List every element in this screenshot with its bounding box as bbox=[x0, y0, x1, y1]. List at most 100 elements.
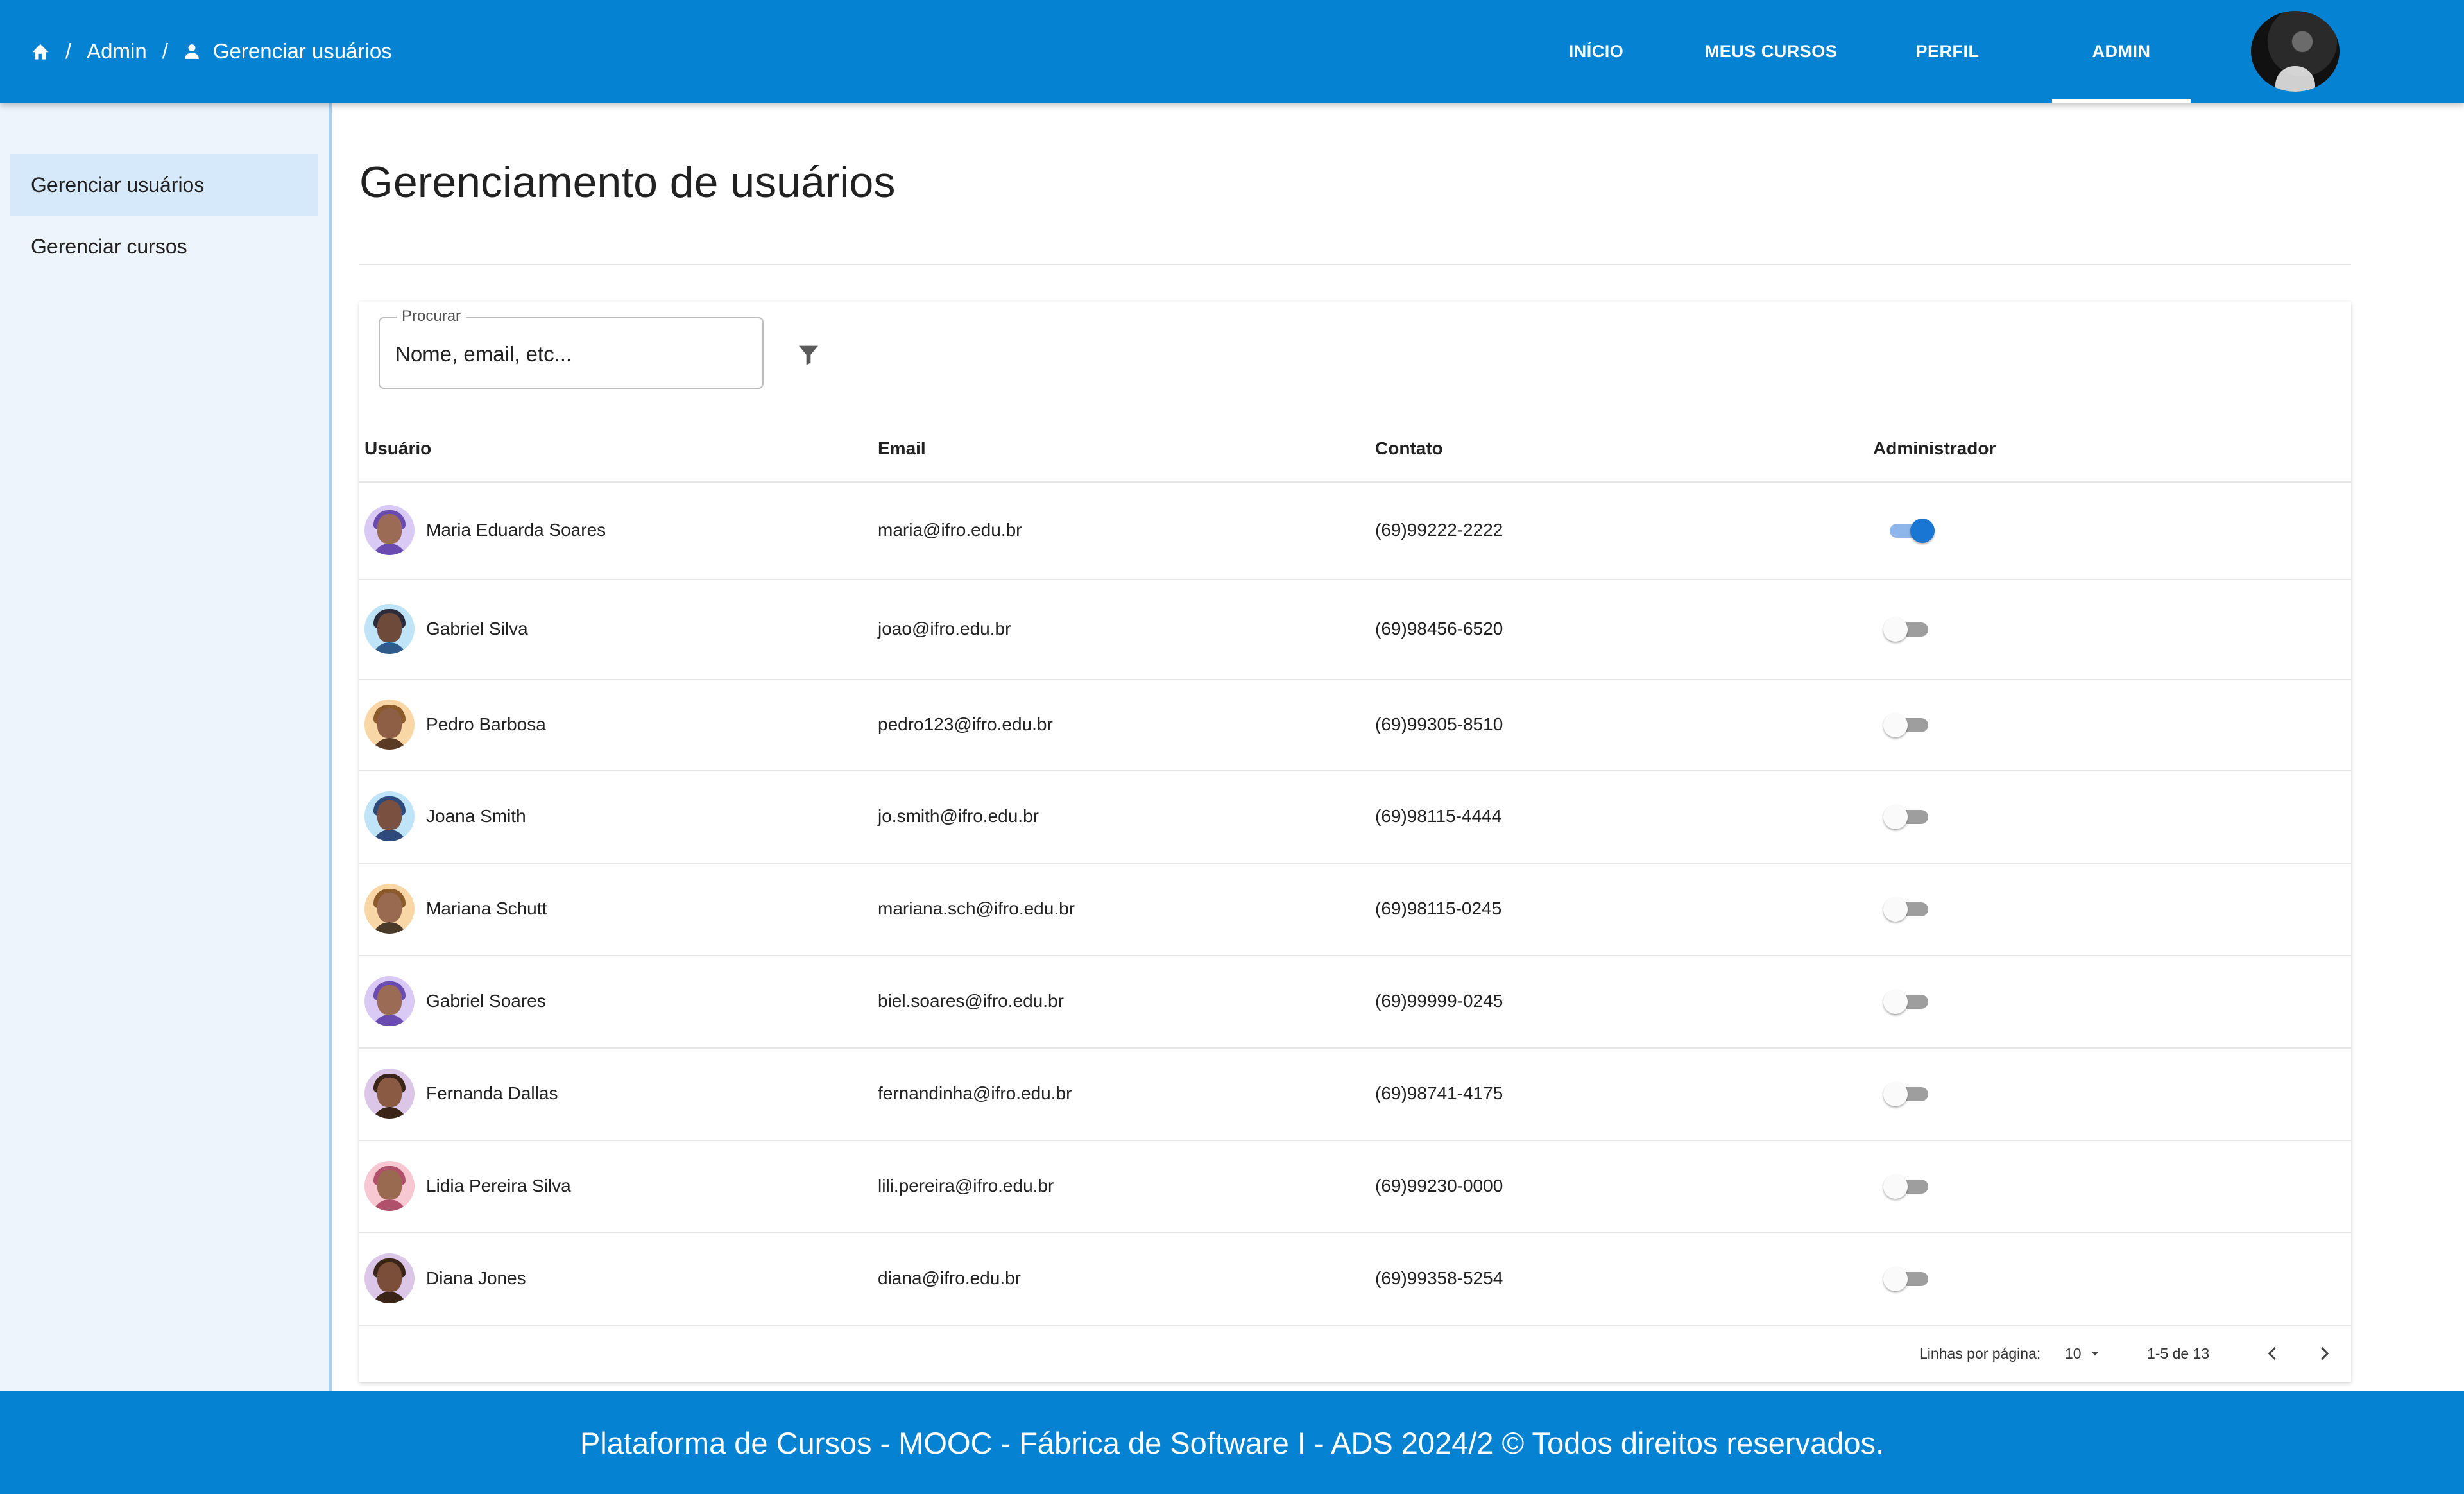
user-email: fernandinha@ifro.edu.br bbox=[878, 1083, 1072, 1103]
user-email: maria@ifro.edu.br bbox=[878, 520, 1022, 540]
user-contact: (69)98741-4175 bbox=[1375, 1083, 1503, 1103]
user-name: Mariana Schutt bbox=[426, 898, 547, 918]
admin-toggle[interactable] bbox=[1883, 612, 1935, 646]
user-cell: Pedro Barbosa bbox=[364, 679, 546, 770]
title-divider bbox=[359, 264, 2351, 265]
sidebar-item-gerenciar-cursos[interactable]: Gerenciar cursos bbox=[10, 216, 318, 277]
breadcrumb-separator: / bbox=[162, 39, 168, 63]
avatar bbox=[364, 1253, 415, 1303]
footer: Plataforma de Cursos - MOOC - Fábrica de… bbox=[0, 1391, 2464, 1494]
toggle-knob bbox=[1883, 617, 1908, 642]
user-email: joao@ifro.edu.br bbox=[878, 619, 1011, 639]
column-header-administrador[interactable]: Administrador bbox=[1873, 416, 1996, 481]
home-icon[interactable] bbox=[31, 42, 50, 60]
avatar bbox=[364, 791, 415, 841]
pagination-range: 1-5 de 13 bbox=[2147, 1344, 2210, 1362]
user-contact: (69)99230-0000 bbox=[1375, 1176, 1503, 1196]
admin-toggle[interactable] bbox=[1883, 513, 1935, 547]
admin-toggle[interactable] bbox=[1883, 892, 1935, 925]
user-name: Maria Eduarda Soares bbox=[426, 520, 606, 540]
user-cell: Maria Eduarda Soares bbox=[364, 481, 606, 579]
toggle-knob bbox=[1883, 1174, 1908, 1199]
user-email: jo.smith@ifro.edu.br bbox=[878, 806, 1039, 826]
user-avatar[interactable] bbox=[2251, 11, 2340, 92]
filter-icon[interactable] bbox=[796, 341, 821, 367]
admin-toggle[interactable] bbox=[1883, 1169, 1935, 1203]
rows-per-page-select[interactable]: 10 bbox=[2065, 1325, 2102, 1382]
table-row: Joana Smith jo.smith@ifro.edu.br (69)98115… bbox=[359, 770, 2351, 864]
search-input[interactable] bbox=[394, 338, 749, 371]
breadcrumb: / Admin / Gerenciar usuários bbox=[31, 0, 392, 103]
user-contact: (69)98115-0245 bbox=[1375, 898, 1502, 918]
toggle-knob bbox=[1910, 519, 1935, 543]
search-field: Procurar bbox=[379, 307, 764, 389]
table-row: Diana Jones diana@ifro.edu.br (69)99358-52… bbox=[359, 1232, 2351, 1326]
table-row: Fernanda Dallas fernandinha@ifro.edu.br (6… bbox=[359, 1047, 2351, 1141]
avatar bbox=[364, 604, 415, 654]
table-row: Maria Eduarda Soares maria@ifro.edu.br (69… bbox=[359, 481, 2351, 580]
admin-toggle[interactable] bbox=[1883, 984, 1935, 1018]
user-name: Diana Jones bbox=[426, 1268, 526, 1288]
breadcrumb-separator: / bbox=[65, 39, 72, 63]
admin-toggle[interactable] bbox=[1883, 708, 1935, 741]
sidebar-item-gerenciar-usuarios[interactable]: Gerenciar usuários bbox=[10, 154, 318, 216]
nav-meus-cursos[interactable]: MEUS CURSOS bbox=[1694, 0, 1848, 103]
previous-page-button[interactable] bbox=[2257, 1338, 2288, 1369]
person-icon bbox=[184, 43, 200, 60]
user-cell: Gabriel Silva bbox=[364, 579, 528, 679]
avatar bbox=[364, 700, 415, 750]
user-cell: Fernanda Dallas bbox=[364, 1047, 558, 1140]
nav-admin[interactable]: ADMIN bbox=[2052, 0, 2191, 103]
breadcrumb-current: Gerenciar usuários bbox=[212, 39, 392, 63]
table-header: Usuário Email Contato Administrador bbox=[359, 416, 2351, 483]
table-row: Gabriel Silva joao@ifro.edu.br (69)98456-6… bbox=[359, 579, 2351, 680]
nav-perfil[interactable]: PERFIL bbox=[1899, 0, 1996, 103]
user-email: biel.soares@ifro.edu.br bbox=[878, 991, 1064, 1011]
search-label: Procurar bbox=[397, 307, 466, 325]
user-contact: (69)99305-8510 bbox=[1375, 714, 1503, 734]
toggle-knob bbox=[1883, 805, 1908, 829]
user-cell: Gabriel Soares bbox=[364, 955, 546, 1047]
column-header-usuario[interactable]: Usuário bbox=[364, 416, 431, 481]
user-contact: (69)99999-0245 bbox=[1375, 991, 1503, 1011]
user-contact: (69)99222-2222 bbox=[1375, 520, 1503, 540]
user-contact: (69)99358-5254 bbox=[1375, 1268, 1503, 1288]
admin-toggle[interactable] bbox=[1883, 800, 1935, 833]
rows-per-page-label: Linhas por página: bbox=[1919, 1344, 2041, 1362]
user-cell: Diana Jones bbox=[364, 1232, 526, 1325]
user-cell: Joana Smith bbox=[364, 770, 526, 863]
user-cell: Mariana Schutt bbox=[364, 863, 547, 955]
toggle-knob bbox=[1883, 990, 1908, 1014]
column-header-contato[interactable]: Contato bbox=[1375, 416, 1443, 481]
avatar bbox=[364, 884, 415, 934]
table-pagination: Linhas por página: 10 1-5 de 13 bbox=[359, 1325, 2351, 1382]
column-header-email[interactable]: Email bbox=[878, 416, 926, 481]
user-contact: (69)98115-4444 bbox=[1375, 806, 1502, 826]
toggle-knob bbox=[1883, 897, 1908, 922]
admin-toggle[interactable] bbox=[1883, 1077, 1935, 1110]
caret-down-icon bbox=[2091, 1352, 2099, 1356]
avatar bbox=[364, 1069, 415, 1119]
user-cell: Lidia Pereira Silva bbox=[364, 1140, 571, 1232]
user-name: Pedro Barbosa bbox=[426, 714, 546, 734]
nav-inicio[interactable]: INÍCIO bbox=[1546, 0, 1646, 103]
admin-toggle[interactable] bbox=[1883, 1262, 1935, 1295]
breadcrumb-admin-link[interactable]: Admin bbox=[87, 39, 147, 64]
footer-text: Plataforma de Cursos - MOOC - Fábrica de… bbox=[579, 1425, 1885, 1460]
page-title: Gerenciamento de usuários bbox=[359, 158, 896, 207]
rows-per-page-value: 10 bbox=[2065, 1344, 2082, 1362]
table-row: Gabriel Soares biel.soares@ifro.edu.br (69… bbox=[359, 955, 2351, 1049]
table-row: Mariana Schutt mariana.sch@ifro.edu.br (69… bbox=[359, 863, 2351, 956]
user-email: lili.pereira@ifro.edu.br bbox=[878, 1176, 1054, 1196]
user-email: diana@ifro.edu.br bbox=[878, 1268, 1022, 1288]
next-page-button[interactable] bbox=[2309, 1338, 2340, 1369]
user-email: pedro123@ifro.edu.br bbox=[878, 714, 1053, 734]
toggle-knob bbox=[1883, 713, 1908, 737]
user-email: mariana.sch@ifro.edu.br bbox=[878, 898, 1075, 918]
chevron-right-icon bbox=[2320, 1346, 2329, 1361]
avatar bbox=[364, 505, 415, 555]
avatar bbox=[364, 1161, 415, 1211]
chevron-left-icon bbox=[2268, 1346, 2277, 1361]
table-row: Pedro Barbosa pedro123@ifro.edu.br (69)993… bbox=[359, 679, 2351, 771]
user-name: Lidia Pereira Silva bbox=[426, 1176, 571, 1196]
